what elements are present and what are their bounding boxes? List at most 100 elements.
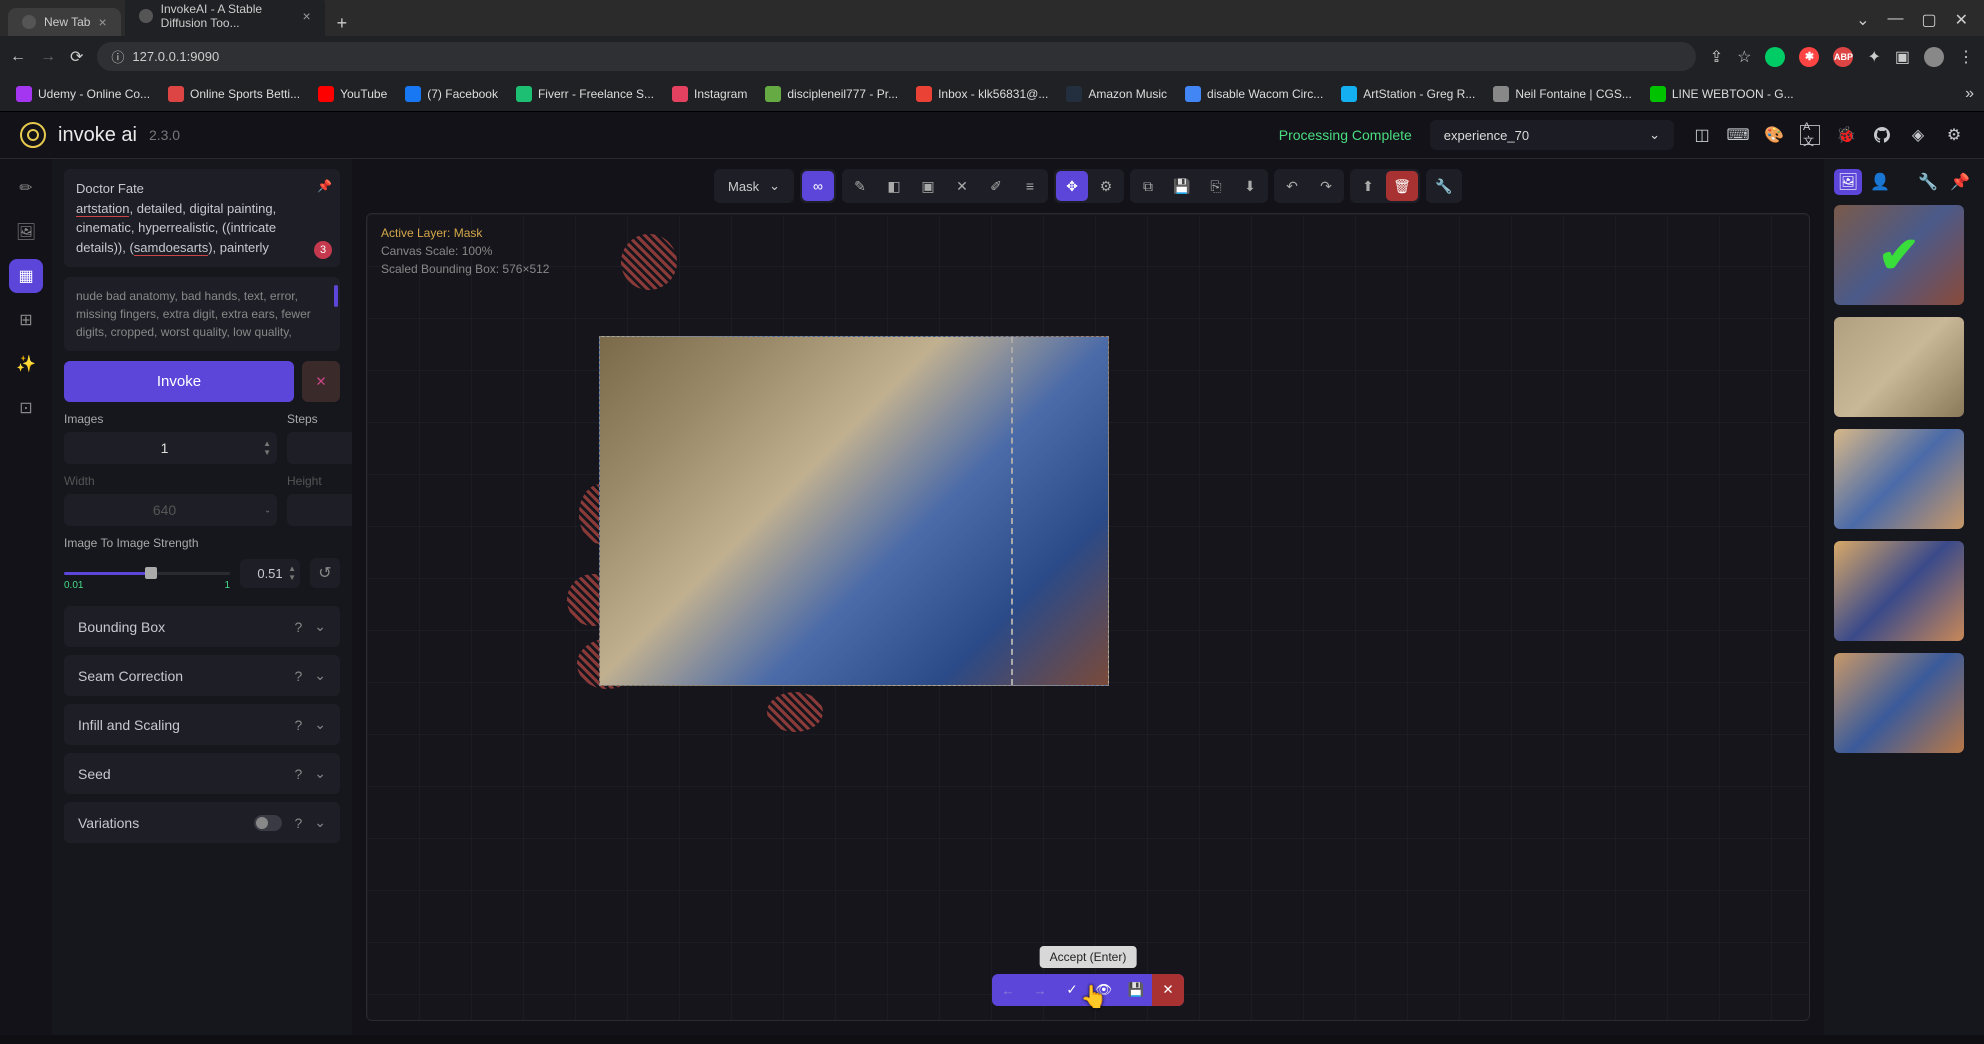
chevron-down-icon[interactable]: ⌄ — [1856, 10, 1869, 30]
canvas-viewport[interactable]: Active Layer: Mask Canvas Scale: 100% Sc… — [366, 213, 1810, 1021]
help-icon[interactable]: ? — [294, 619, 302, 635]
new-tab-button[interactable]: + — [329, 11, 356, 36]
reload-icon[interactable]: ⟳ — [70, 47, 83, 67]
minimize-icon[interactable]: — — [1887, 10, 1903, 30]
browser-tab-1[interactable]: New Tab× — [8, 8, 121, 36]
bookmark-item[interactable]: Amazon Music — [1060, 83, 1173, 105]
bookmark-item[interactable]: LINE WEBTOON - G... — [1644, 83, 1800, 105]
browser-tab-2[interactable]: InvokeAI - A Stable Diffusion Too...× — [125, 0, 325, 36]
share-icon[interactable]: ⇪ — [1710, 47, 1723, 67]
i2i-slider[interactable]: 0.011 — [64, 562, 230, 584]
bookmark-item[interactable]: Instagram — [666, 83, 753, 105]
star-icon[interactable]: ☆ — [1737, 47, 1751, 67]
rail-training[interactable]: ⊡ — [9, 391, 43, 425]
accordion-seed[interactable]: Seed?⌄ — [64, 753, 340, 794]
tool-delete[interactable]: 🗑 — [1386, 171, 1418, 201]
tool-download[interactable]: ⬇ — [1234, 171, 1266, 201]
gallery-pin[interactable]: 📌 — [1946, 169, 1974, 195]
keyboard-icon[interactable]: ⌨ — [1728, 125, 1748, 145]
forward-icon[interactable]: → — [40, 48, 56, 66]
generated-image[interactable] — [599, 336, 1109, 686]
accordion-bounding-box[interactable]: Bounding Box?⌄ — [64, 606, 340, 647]
profile-icon[interactable] — [1924, 47, 1944, 67]
tool-clear[interactable]: ✕ — [946, 171, 978, 201]
bug-icon[interactable]: 🐞 — [1836, 125, 1856, 145]
tool-colorpicker[interactable]: ✐ — [980, 171, 1012, 201]
gallery-thumbnail[interactable] — [1834, 317, 1964, 417]
url-input[interactable]: ⓘ 127.0.0.1:9090 — [97, 42, 1695, 71]
tool-copy[interactable]: ⎘ — [1200, 171, 1232, 201]
bookmark-item[interactable]: (7) Facebook — [399, 83, 504, 105]
gallery-thumbnail[interactable] — [1834, 205, 1964, 305]
bookmark-item[interactable]: Neil Fontaine | CGS... — [1487, 83, 1638, 105]
tool-redo[interactable]: ↷ — [1310, 171, 1342, 201]
tool-save[interactable]: 💾 — [1166, 171, 1198, 201]
steps-input[interactable] — [287, 432, 352, 464]
gallery-tab-user[interactable]: 👤 — [1866, 169, 1894, 195]
bookmark-item[interactable]: disable Wacom Circ... — [1179, 83, 1329, 105]
ext-icon-abp[interactable]: ABP — [1833, 47, 1853, 67]
ext-icon-1[interactable] — [1765, 47, 1785, 67]
tool-undo[interactable]: ↶ — [1276, 171, 1308, 201]
accordion-seam-correction[interactable]: Seam Correction?⌄ — [64, 655, 340, 696]
github-icon[interactable] — [1872, 125, 1892, 145]
tool-move[interactable]: ✥ — [1056, 171, 1088, 201]
back-icon[interactable]: ← — [10, 48, 26, 66]
save-staged-button[interactable]: 💾 — [1120, 974, 1152, 1006]
close-window-icon[interactable]: ✕ — [1955, 10, 1968, 30]
tool-infinity[interactable]: ∞ — [802, 171, 834, 201]
bookmark-item[interactable]: Fiverr - Freelance S... — [510, 83, 660, 105]
sidepanel-icon[interactable]: ▣ — [1895, 47, 1910, 67]
rail-txt2img[interactable]: ✏ — [9, 171, 43, 205]
discord-icon[interactable]: ◈ — [1908, 125, 1928, 145]
settings-icon[interactable]: ⚙ — [1944, 125, 1964, 145]
tool-eraser[interactable]: ◧ — [878, 171, 910, 201]
tool-brush[interactable]: ✎ — [844, 171, 876, 201]
bookmark-item[interactable]: ArtStation - Greg R... — [1335, 83, 1481, 105]
bookmark-item[interactable]: YouTube — [312, 83, 393, 105]
invoke-button[interactable]: Invoke — [64, 361, 294, 402]
cube-icon[interactable]: ◫ — [1692, 125, 1712, 145]
cancel-button[interactable]: ✕ — [302, 361, 340, 402]
close-icon[interactable]: × — [302, 8, 310, 24]
help-icon[interactable]: ? — [294, 717, 302, 733]
tool-upload[interactable]: ⬆ — [1352, 171, 1384, 201]
accept-button[interactable]: ✓ — [1056, 974, 1088, 1006]
language-icon[interactable]: A文 — [1800, 125, 1820, 145]
scrollbar-thumb[interactable] — [334, 285, 338, 307]
mask-layer-select[interactable]: Mask⌄ — [714, 169, 794, 203]
ext-icon-2[interactable]: ✱ — [1799, 47, 1819, 67]
next-button[interactable]: → — [1024, 974, 1056, 1006]
help-icon[interactable]: ? — [294, 766, 302, 782]
gallery-thumbnail[interactable] — [1834, 429, 1964, 529]
close-icon[interactable]: × — [98, 14, 106, 30]
gallery-tab-images[interactable]: 🖼 — [1834, 169, 1862, 195]
tool-merge[interactable]: ⧉ — [1132, 171, 1164, 201]
gallery-thumbnail[interactable] — [1834, 541, 1964, 641]
prompt-input[interactable]: 📌 Doctor Fate artstation, detailed, digi… — [64, 169, 340, 267]
accordion-infill-and-scaling[interactable]: Infill and Scaling?⌄ — [64, 704, 340, 745]
rail-img2img[interactable]: 🖼 — [9, 215, 43, 249]
tool-lines[interactable]: ≡ — [1014, 171, 1046, 201]
tool-fill[interactable]: ▣ — [912, 171, 944, 201]
tool-more[interactable]: 🔧 — [1428, 171, 1460, 201]
images-input[interactable] — [64, 432, 277, 464]
menu-icon[interactable]: ⋮ — [1958, 47, 1974, 67]
negative-prompt-input[interactable]: nude bad anatomy, bad hands, text, error… — [64, 277, 340, 351]
tool-settings[interactable]: ⚙ — [1090, 171, 1122, 201]
toggle-switch[interactable] — [254, 815, 282, 831]
help-icon[interactable]: ? — [294, 668, 302, 684]
bookmark-item[interactable]: Online Sports Betti... — [162, 83, 306, 105]
show-button[interactable]: 👁 — [1088, 974, 1120, 1006]
bookmarks-more[interactable]: » — [1965, 85, 1974, 103]
discard-button[interactable]: ✕ — [1152, 974, 1184, 1006]
prev-button[interactable]: ← — [992, 974, 1024, 1006]
bbox-edge[interactable] — [1011, 337, 1013, 685]
model-selector[interactable]: experience_70⌄ — [1430, 120, 1674, 150]
bookmark-item[interactable]: discipleneil777 - Pr... — [759, 83, 904, 105]
help-icon[interactable]: ? — [294, 815, 302, 831]
i2i-value[interactable]: 0.51▲▼ — [240, 559, 300, 588]
rail-canvas[interactable]: ▦ — [9, 259, 43, 293]
extensions-icon[interactable]: ✦ — [1867, 47, 1880, 67]
reset-i2i-button[interactable]: ↺ — [310, 558, 340, 588]
